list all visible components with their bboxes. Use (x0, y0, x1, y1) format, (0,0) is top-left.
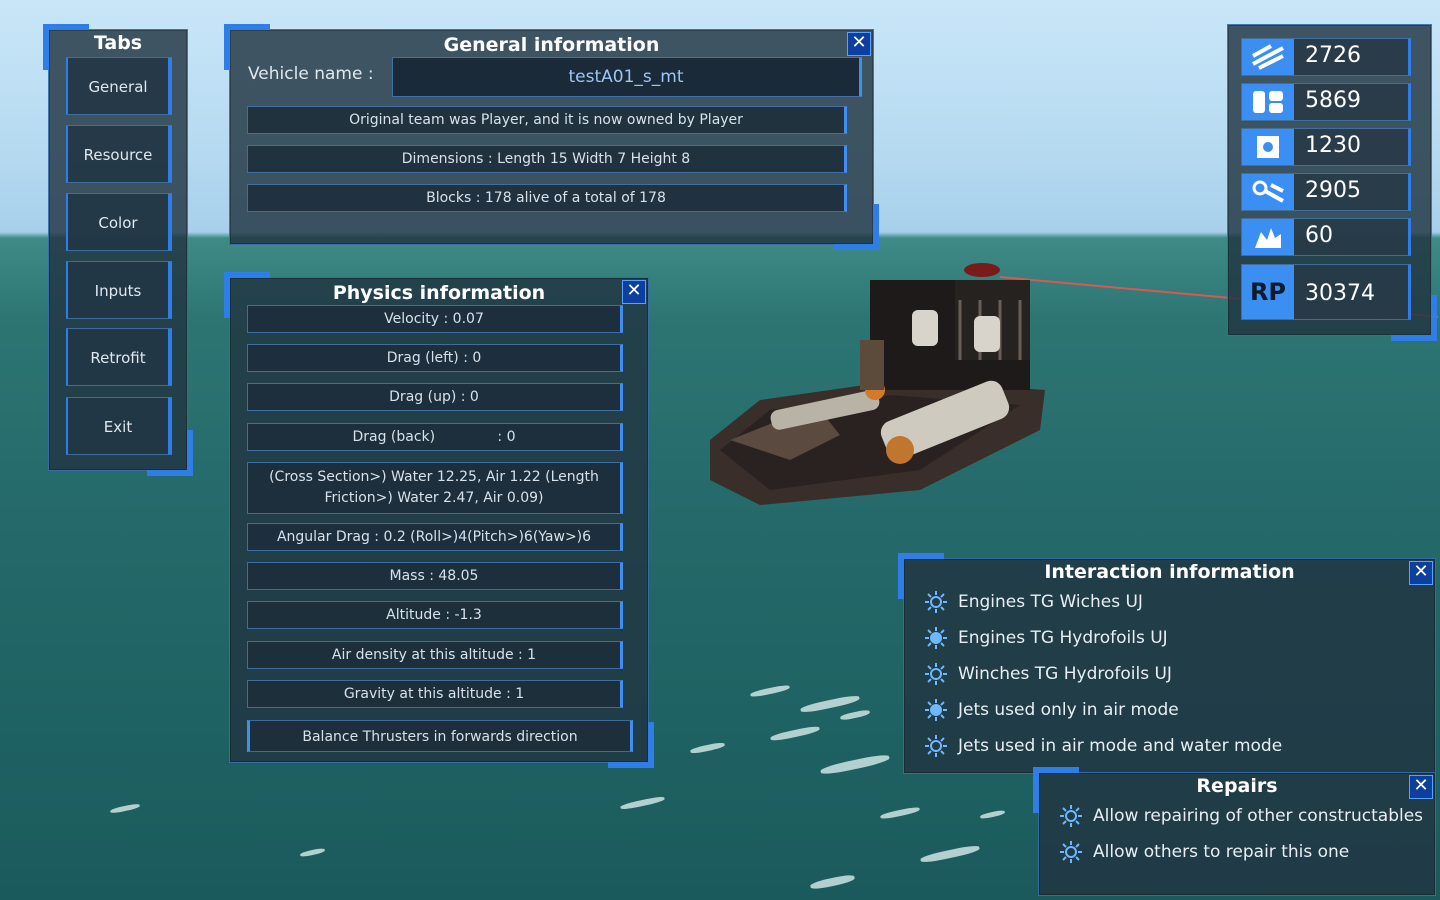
general-info-title: General information (443, 34, 660, 56)
sun-icon (925, 699, 947, 721)
interaction-label: Jets used in air mode and water mode (958, 736, 1283, 756)
vehicle-name-input[interactable]: testA01_s_mt (392, 57, 862, 97)
material-value: 5869 (1305, 88, 1361, 113)
interaction-info-title: Interaction information (1044, 561, 1295, 583)
tab-exit[interactable]: Exit (66, 397, 172, 455)
resource-ammo: 1230 (1241, 128, 1411, 166)
sun-icon (925, 591, 947, 613)
vehicle-name-label: Vehicle name : (248, 64, 374, 84)
repairs-panel: Repairs ✕ Allow repairing of other const… (1033, 767, 1436, 896)
resource-crystal: 60 (1241, 218, 1411, 256)
velocity-row: Velocity : 0.07 (247, 305, 623, 333)
interaction-label: Engines TG Hydrofoils UJ (958, 628, 1168, 648)
fuel-value: 2726 (1305, 43, 1361, 68)
sun-icon (925, 663, 947, 685)
repair-option-label: Allow repairing of other constructables (1093, 806, 1424, 826)
tab-color[interactable]: Color (66, 193, 172, 251)
air-density-row: Air density at this altitude : 1 (247, 641, 623, 669)
blocks-info: Blocks : 178 alive of a total of 178 (247, 184, 847, 212)
interaction-label: Jets used only in air mode (958, 700, 1179, 720)
tab-inputs[interactable]: Inputs (66, 261, 172, 319)
tab-retrofit[interactable]: Retrofit (66, 328, 172, 386)
sun-icon (925, 735, 947, 757)
close-general-button[interactable]: ✕ (847, 32, 871, 56)
engine-value: 2905 (1305, 178, 1361, 203)
resource-material: 5869 (1241, 83, 1411, 121)
angular-drag-row: Angular Drag : 0.2 (Roll>)4(Pitch>)6(Yaw… (247, 523, 623, 551)
close-repairs-button[interactable]: ✕ (1409, 775, 1433, 799)
resource-fuel: 2726 (1241, 38, 1411, 76)
drag-back-row: Drag (back) : 0 (247, 423, 623, 451)
mass-row: Mass : 48.05 (247, 562, 623, 590)
drag-left-row: Drag (left) : 0 (247, 344, 623, 372)
repair-option-label: Allow others to repair this one (1093, 842, 1350, 862)
crystal-value: 60 (1305, 223, 1333, 248)
rp-value: 30374 (1305, 281, 1375, 306)
interaction-info-panel: Interaction information ✕ Engines TG Wic… (898, 553, 1436, 774)
close-interaction-button[interactable]: ✕ (1409, 561, 1433, 585)
crystal-icon (1242, 219, 1294, 255)
general-info-panel: General information ✕ Vehicle name : tes… (224, 24, 879, 250)
ammo-value: 1230 (1305, 133, 1361, 158)
tabs-title: Tabs (93, 32, 143, 54)
resource-engine: 2905 (1241, 173, 1411, 211)
physics-info-title: Physics information (332, 282, 546, 304)
cross-section-row: (Cross Section>) Water 12.25, Air 1.22 (… (247, 462, 623, 514)
fuel-icon (1242, 39, 1294, 75)
sun-icon (1060, 841, 1082, 863)
altitude-row: Altitude : -1.3 (247, 601, 623, 629)
ammo-icon (1242, 129, 1294, 165)
material-icon (1242, 84, 1294, 120)
vehicle-model[interactable] (700, 260, 1050, 510)
close-physics-button[interactable]: ✕ (622, 280, 646, 304)
gravity-row: Gravity at this altitude : 1 (247, 680, 623, 708)
balance-thrusters-button[interactable]: Balance Thrusters in forwards direction (247, 720, 633, 752)
tab-general[interactable]: General (66, 57, 172, 115)
sun-icon (925, 627, 947, 649)
repairs-title: Repairs (1196, 775, 1278, 797)
sun-icon (1060, 805, 1082, 827)
rp-label: RP (1249, 278, 1287, 306)
tab-resource[interactable]: Resource (66, 125, 172, 183)
engine-icon (1242, 174, 1294, 210)
team-info: Original team was Player, and it is now … (247, 106, 847, 134)
dimensions-info: Dimensions : Length 15 Width 7 Height 8 (247, 145, 847, 173)
rp-icon: RP (1242, 265, 1294, 319)
interaction-label: Engines TG Wiches UJ (958, 592, 1143, 612)
interaction-label: Winches TG Hydrofoils UJ (958, 664, 1172, 684)
drag-up-row: Drag (up) : 0 (247, 383, 623, 411)
resource-rp: RP 30374 (1241, 264, 1411, 320)
